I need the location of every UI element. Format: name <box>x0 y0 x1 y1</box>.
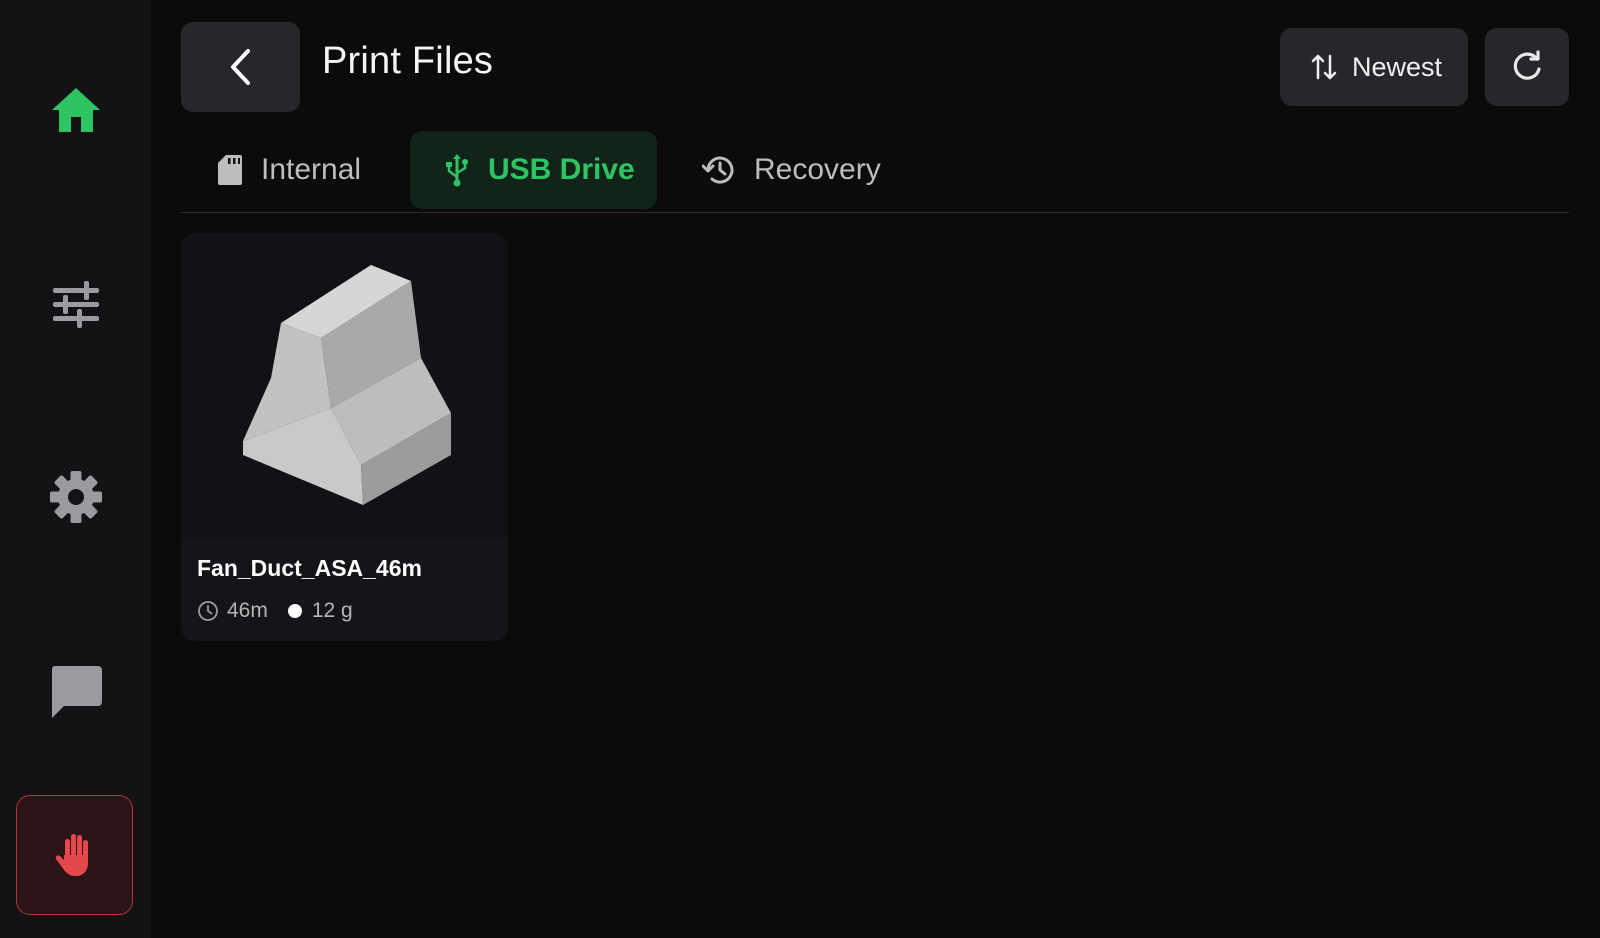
sliders-icon <box>52 281 99 328</box>
tab-recovery-label: Recovery <box>754 153 881 186</box>
tab-recovery[interactable]: Recovery <box>690 131 890 209</box>
chevron-left-icon <box>230 49 250 85</box>
clock-icon <box>198 601 218 621</box>
tab-internal-label: Internal <box>261 153 362 186</box>
nav-messages[interactable] <box>0 660 151 720</box>
history-icon <box>702 156 734 184</box>
file-meta: 46m 12 g <box>197 599 353 623</box>
emergency-stop-button[interactable] <box>16 795 133 915</box>
tab-usb-drive-label: USB Drive <box>488 153 635 186</box>
refresh-icon <box>1513 50 1541 80</box>
hand-stop-icon <box>55 834 88 876</box>
back-button[interactable] <box>181 22 300 112</box>
message-icon <box>51 666 102 718</box>
sidebar <box>0 0 151 938</box>
sort-button[interactable]: Newest <box>1280 28 1468 106</box>
file-card[interactable]: Fan_Duct_ASA_46m 46m 12 g <box>181 233 508 641</box>
tab-internal[interactable]: Internal <box>204 131 374 209</box>
file-weight: 12 g <box>311 599 353 622</box>
sort-label: Newest <box>1352 51 1443 82</box>
nav-tune[interactable] <box>0 275 151 335</box>
tab-usb-drive[interactable]: USB Drive <box>410 131 657 209</box>
filament-dot-icon <box>287 604 302 618</box>
nav-settings[interactable] <box>0 467 151 527</box>
sort-icon <box>1311 54 1337 80</box>
home-icon <box>51 88 100 132</box>
nav-home[interactable] <box>0 80 151 140</box>
sd-card-icon <box>218 155 242 185</box>
refresh-button[interactable] <box>1485 28 1569 106</box>
tab-divider <box>181 212 1569 213</box>
usb-icon <box>446 154 468 187</box>
file-thumbnail <box>181 233 508 538</box>
file-name: Fan_Duct_ASA_46m <box>197 555 422 581</box>
page-title: Print Files <box>322 40 494 82</box>
gear-icon <box>49 471 102 523</box>
file-time: 46m <box>227 599 268 622</box>
